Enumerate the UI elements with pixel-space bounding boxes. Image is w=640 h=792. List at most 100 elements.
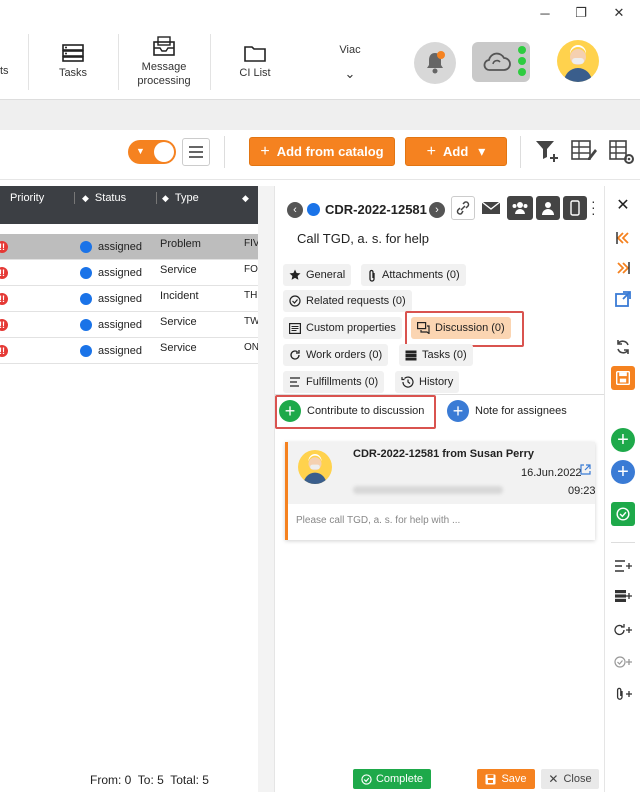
list-view-button[interactable] — [182, 138, 210, 166]
nav-divider — [210, 34, 211, 90]
column-header-type[interactable]: ◆ Type — [162, 186, 199, 210]
column-header-priority[interactable]: Priority — [10, 186, 44, 210]
message-inbox-icon — [153, 36, 175, 56]
tab-history[interactable]: History — [395, 371, 460, 393]
add-fulfillment-button[interactable] — [605, 556, 640, 576]
blurred-email — [353, 486, 503, 494]
user-button[interactable] — [536, 196, 560, 220]
nav-item-tasks[interactable]: Tasks — [30, 26, 116, 98]
user-menu[interactable]: Viac ⌄ — [320, 26, 380, 98]
tab-tasks[interactable]: Tasks (0) — [399, 344, 473, 366]
tab-work-orders[interactable]: Work orders (0) — [283, 344, 389, 366]
close-panel-button[interactable]: ✕ — [605, 194, 640, 216]
confirm-button[interactable] — [605, 502, 640, 526]
expand-right-button[interactable] — [605, 258, 640, 278]
open-new-window-button[interactable] — [605, 288, 640, 310]
note-label: Note for assignees — [475, 405, 567, 417]
type-cell: Service — [160, 264, 197, 276]
request-title: Call TGD, a. s. for help — [297, 231, 429, 246]
type-cell: Problem — [160, 238, 201, 250]
discussion-time: 09:23 — [568, 485, 596, 497]
grid-filter-row — [0, 210, 258, 224]
minimize-button[interactable]: ─ — [530, 2, 560, 24]
save-button[interactable]: Save — [477, 769, 535, 789]
requests-grid: Priority ◆ Status ◆ Type ◆ !! assigned Pro… — [0, 186, 260, 364]
double-chevron-right-icon — [617, 262, 630, 274]
add-related-button[interactable] — [605, 652, 640, 672]
open-external-icon[interactable] — [580, 464, 591, 475]
column-divider[interactable] — [156, 192, 157, 204]
status-dot-icon — [80, 266, 92, 279]
table-row[interactable]: !! assigned Service TW — [0, 312, 260, 338]
add-attachment-button[interactable] — [605, 684, 640, 704]
tab-custom-properties[interactable]: Custom properties — [283, 317, 402, 339]
add-from-catalog-button[interactable]: + Add from catalog — [249, 137, 395, 166]
server-stack-add-icon — [615, 590, 632, 602]
table-row[interactable]: !! assigned Service ON — [0, 338, 259, 364]
bell-icon — [427, 51, 445, 74]
highlight-discussion-tab — [405, 311, 524, 347]
tab-general[interactable]: General — [283, 264, 352, 286]
edit-columns-button[interactable] — [570, 138, 598, 166]
user-avatar-icon — [564, 45, 592, 82]
nav-item-partial[interactable]: ts — [0, 26, 14, 98]
lines-icon — [290, 377, 300, 387]
copy-link-button[interactable] — [451, 196, 475, 220]
cloud-sync-icon — [483, 52, 511, 71]
splitter[interactable] — [258, 186, 274, 792]
nav-item-message-processing[interactable]: Message processing — [120, 26, 208, 98]
add-from-catalog-label: Add from catalog — [276, 144, 384, 159]
sort-icon: ◆ — [162, 192, 169, 203]
grid-settings-button[interactable] — [608, 138, 636, 166]
add-task-button[interactable] — [605, 586, 640, 606]
mobile-button[interactable] — [563, 196, 587, 220]
double-chevron-left-icon — [616, 232, 629, 244]
add-button[interactable]: + Add ▾ — [405, 137, 507, 166]
properties-icon — [289, 322, 301, 334]
email-button[interactable] — [479, 196, 503, 220]
add-green-button[interactable]: + — [605, 428, 640, 452]
add-blue-button[interactable]: + — [605, 460, 640, 484]
column-label: Status — [94, 192, 127, 204]
sort-icon: ◆ — [82, 192, 89, 203]
collapse-left-button[interactable] — [605, 228, 640, 248]
add-work-order-button[interactable] — [605, 620, 640, 640]
tab-label: Attachments (0) — [382, 269, 460, 281]
table-row[interactable]: !! assigned Incident TH — [0, 286, 258, 312]
grid-rows: !! assigned Problem FIV !! assigned Serv… — [0, 234, 260, 364]
more-icon[interactable]: · · · — [591, 194, 601, 220]
group-button[interactable] — [507, 196, 533, 220]
priority-icon: !! — [0, 240, 8, 253]
highlight-contribute — [275, 395, 436, 429]
grid-pagination-info: From: 0 To: 5 Total: 5 — [90, 773, 209, 787]
note-for-assignees-button[interactable]: + Note for assignees — [447, 400, 567, 422]
table-row[interactable]: !! assigned Problem FIV — [0, 234, 260, 260]
close-window-button[interactable]: ✕ — [604, 2, 634, 24]
column-header-status[interactable]: ◆ Status — [82, 186, 126, 210]
close-button[interactable]: ✕ Close — [541, 769, 599, 789]
column-divider[interactable] — [74, 192, 75, 204]
previous-request-button[interactable]: ‹ — [287, 202, 303, 218]
tab-fulfillments[interactable]: Fulfillments (0) — [283, 371, 385, 393]
tab-related-requests[interactable]: Related requests (0) — [283, 290, 412, 312]
chevron-right-icon: › — [435, 204, 439, 216]
phone-icon — [570, 200, 580, 216]
add-filter-button[interactable] — [532, 136, 562, 166]
notifications-button[interactable] — [414, 42, 456, 84]
table-row[interactable]: !! assigned Service FO — [0, 260, 258, 286]
sync-status-button[interactable] — [472, 42, 530, 82]
save-side-button[interactable] — [605, 366, 640, 390]
discussion-card[interactable]: CDR-2022-12581 from Susan Perry 16.Jun.2… — [285, 442, 596, 540]
lines-add-icon — [615, 560, 632, 572]
restore-button[interactable]: ❐ — [566, 2, 596, 24]
tab-attachments[interactable]: Attachments (0) — [361, 264, 466, 286]
refresh-button[interactable] — [605, 336, 640, 358]
complete-button[interactable]: Complete — [353, 769, 431, 789]
avatar[interactable] — [557, 40, 599, 82]
filter-toggle[interactable]: ▼ — [128, 140, 176, 164]
next-request-button[interactable]: › — [429, 202, 445, 218]
nav-item-ci-list[interactable]: CI List — [212, 26, 298, 98]
avatar — [298, 450, 332, 484]
sort-icon[interactable]: ◆ — [242, 186, 249, 210]
history-icon — [401, 376, 414, 388]
